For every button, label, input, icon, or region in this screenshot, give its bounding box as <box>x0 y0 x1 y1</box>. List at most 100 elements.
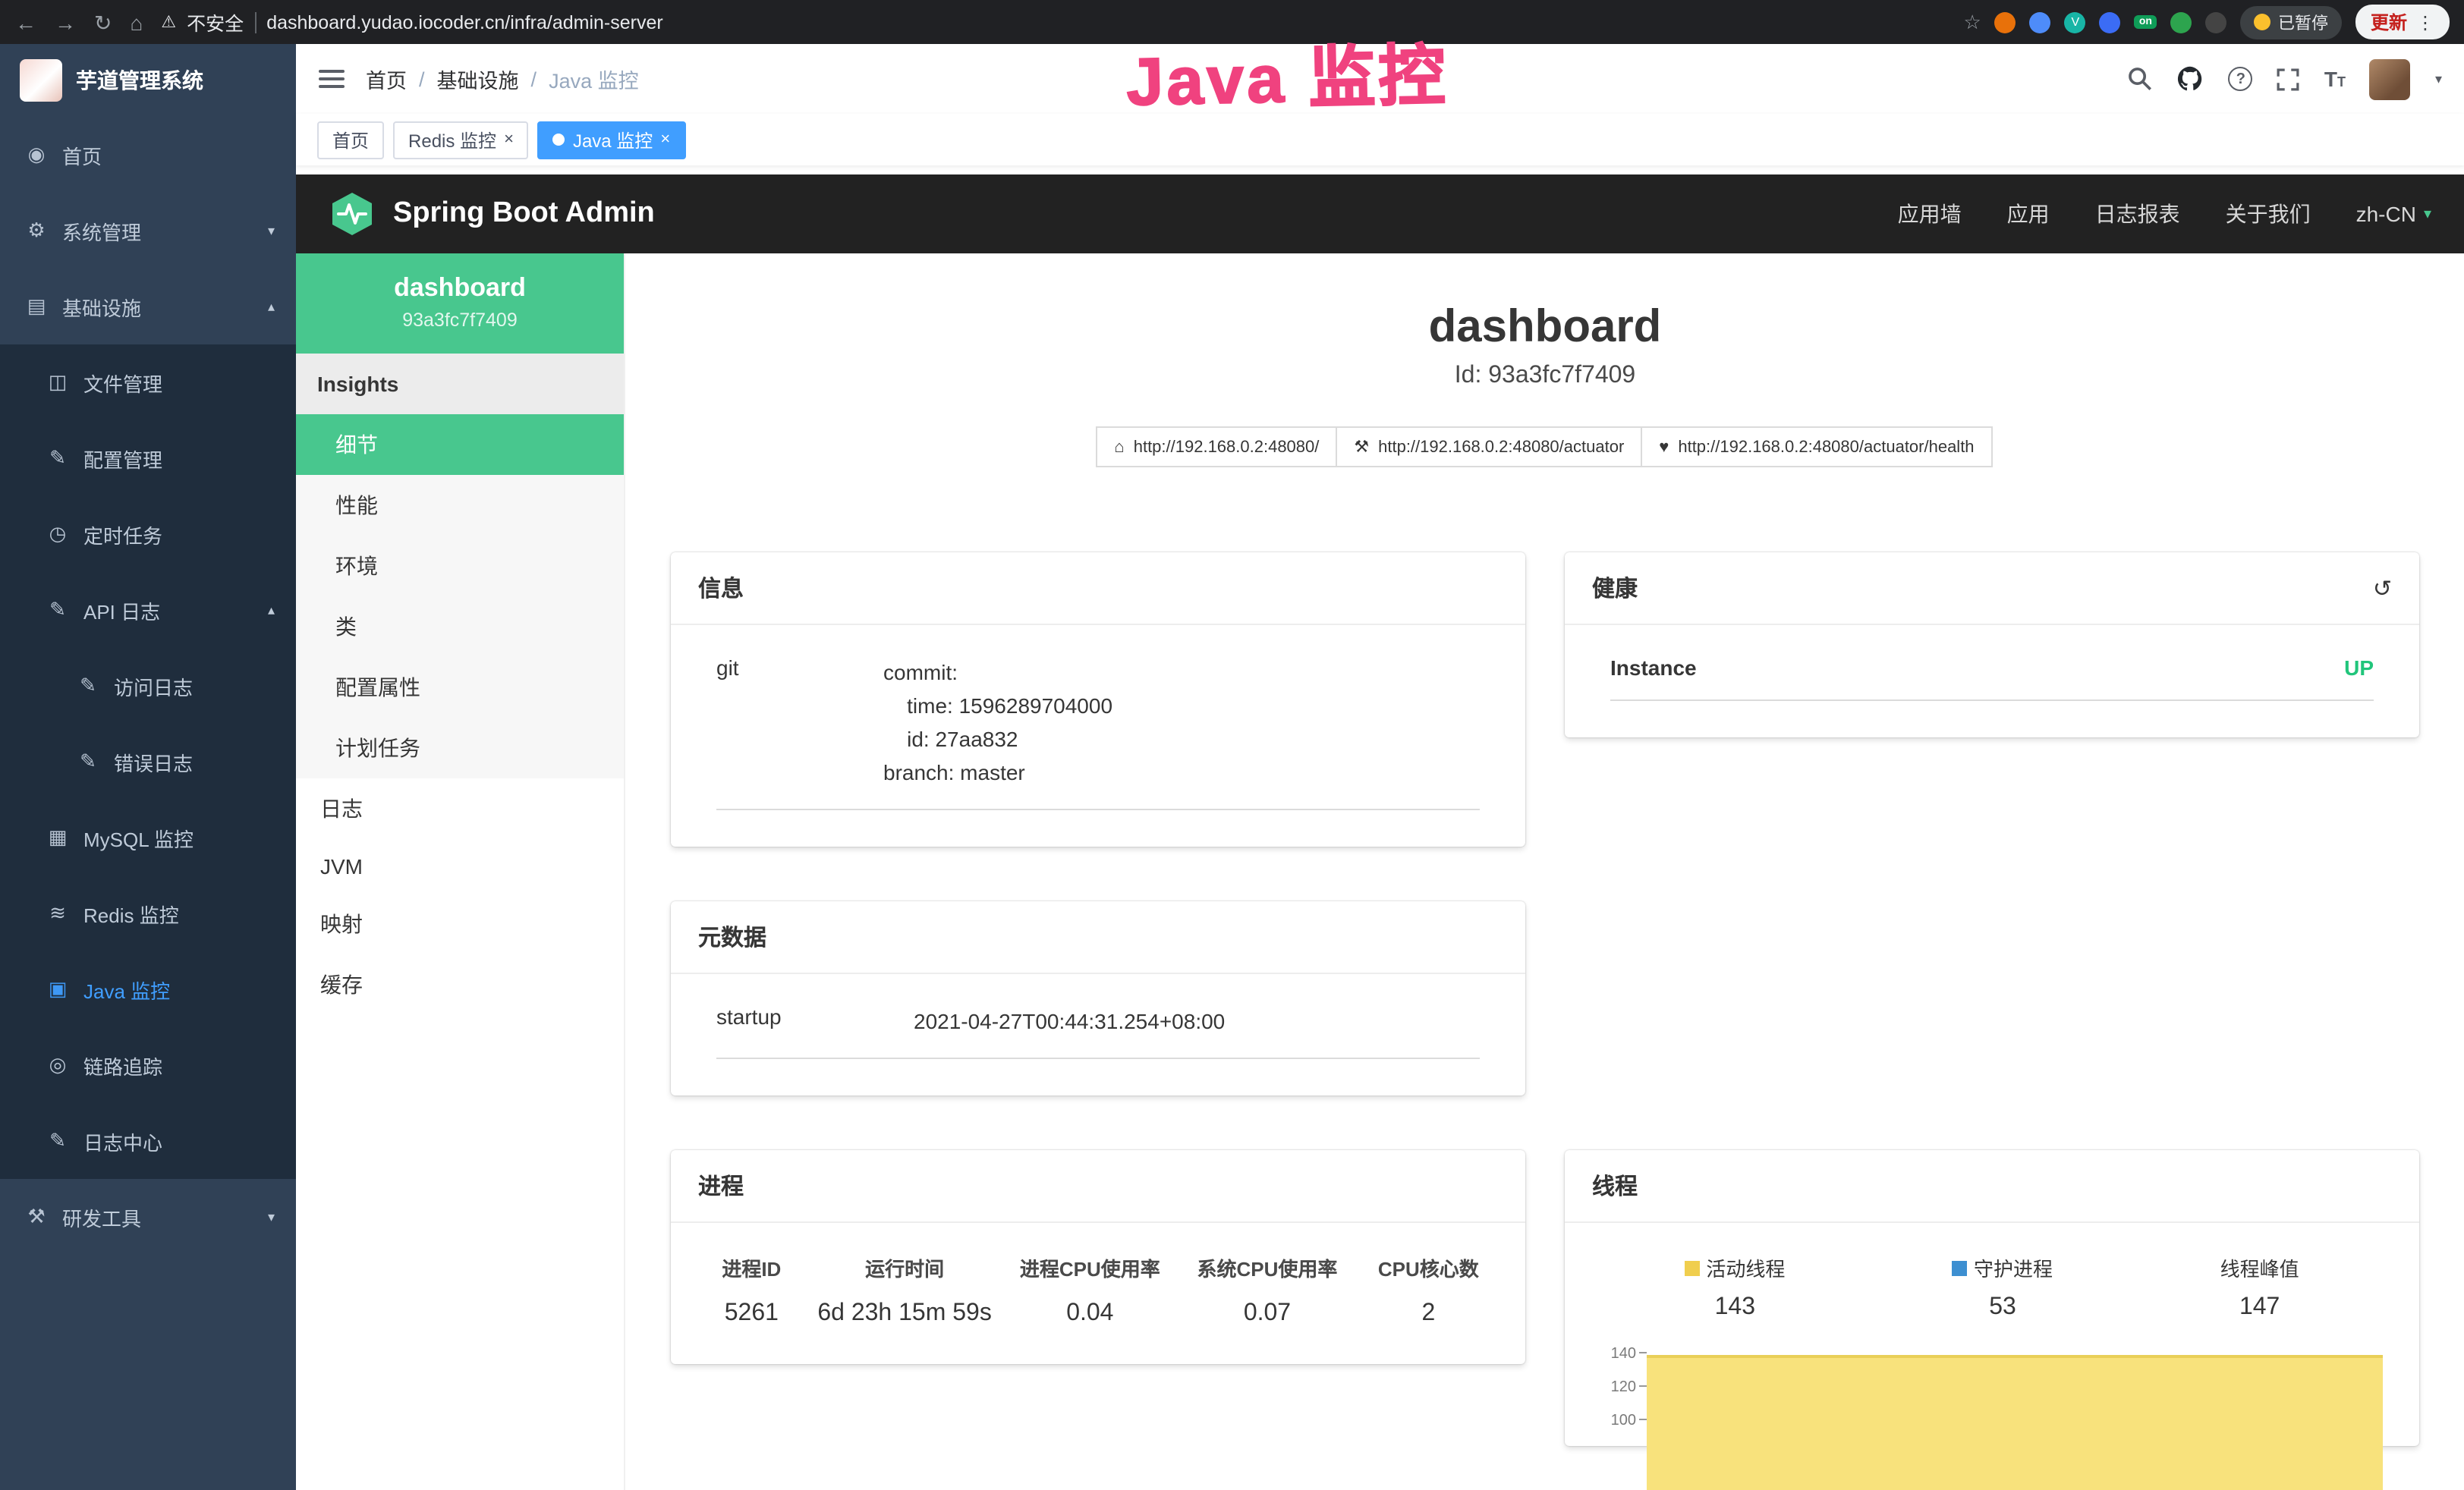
help-icon[interactable]: ? <box>2229 67 2253 91</box>
sba-nav-applications[interactable]: 应用 <box>2007 199 2050 229</box>
github-icon[interactable] <box>2177 65 2204 93</box>
sba-item-caches[interactable]: 缓存 <box>296 954 624 1015</box>
extension-blue-icon[interactable] <box>2030 11 2051 33</box>
browser-home-icon[interactable]: ⌂ <box>130 11 143 33</box>
paused-label: 已暂停 <box>2278 10 2328 34</box>
tab-home[interactable]: 首页 <box>317 121 384 159</box>
chevron-down-icon: ▾ <box>268 1209 275 1225</box>
sba-nav-wallboard[interactable]: 应用墙 <box>1898 199 1962 229</box>
metadata-card-title: 元数据 <box>671 901 1525 974</box>
sidebar-item-access-logs[interactable]: ✎ 访问日志 <box>0 648 296 724</box>
extension-on-badge[interactable]: on <box>2135 15 2157 29</box>
sidebar-item-api-logs[interactable]: ✎ API 日志 ▴ <box>0 572 296 648</box>
sidebar-item-label: 研发工具 <box>62 1202 141 1231</box>
screenshot-root: ← → ↻ ⌂ ⚠ 不安全 dashboard.yudao.iocoder.cn… <box>0 0 2464 1490</box>
sidebar-item-home[interactable]: ◉ 首页 <box>0 117 296 193</box>
insights-section-header[interactable]: Insights <box>296 354 624 414</box>
extension-grid-icon[interactable] <box>2100 11 2121 33</box>
sidebar-item-log-center[interactable]: ✎ 日志中心 <box>0 1103 296 1179</box>
annotation-text: Java 监控 <box>1125 21 1449 125</box>
sba-nav-journal[interactable]: 日志报表 <box>2095 199 2180 229</box>
sba-item-environment[interactable]: 环境 <box>296 536 624 596</box>
sidebar-item-system[interactable]: ⚙ 系统管理 ▾ <box>0 193 296 269</box>
bookmark-star-icon[interactable]: ☆ <box>1964 10 1981 34</box>
smiley-icon <box>2254 14 2270 30</box>
sidebar-item-dev-tools[interactable]: ⚒ 研发工具 ▾ <box>0 1179 296 1255</box>
history-icon[interactable]: ↺ <box>2373 574 2392 602</box>
sba-nav-about[interactable]: 关于我们 <box>2226 199 2311 229</box>
sidebar-item-error-logs[interactable]: ✎ 错误日志 <box>0 724 296 800</box>
sidebar-item-label: 定时任务 <box>83 520 162 549</box>
extension-fox-icon[interactable] <box>1995 11 2016 33</box>
hamburger-icon[interactable] <box>319 70 345 88</box>
sba-item-classes[interactable]: 类 <box>296 596 624 657</box>
link-actuator-url[interactable]: ⚒ http://192.168.0.2:48080/actuator <box>1336 426 1642 467</box>
browser-back-icon[interactable]: ← <box>15 11 36 33</box>
process-col-header: 进程CPU使用率 <box>1002 1253 1179 1300</box>
extension-leaf-icon[interactable] <box>2170 11 2192 33</box>
metadata-row-value: 2021-04-27T00:44:31.254+08:00 <box>914 1004 1480 1038</box>
clock-icon: ◷ <box>46 522 70 546</box>
sidebar-item-label: 错误日志 <box>114 747 193 776</box>
close-icon[interactable]: × <box>504 131 514 148</box>
sba-item-config-props[interactable]: 配置属性 <box>296 657 624 718</box>
link-service-url[interactable]: ⌂ http://192.168.0.2:48080/ <box>1096 426 1337 467</box>
sidebar-item-label: MySQL 监控 <box>83 823 194 852</box>
tags-view: 首页 Redis 监控 × Java 监控 × <box>296 114 2464 165</box>
sidebar-item-mysql-monitor[interactable]: ▦ MySQL 监控 <box>0 800 296 875</box>
browser-forward-icon[interactable]: → <box>55 11 76 33</box>
home-icon: ⌂ <box>1114 438 1124 456</box>
sba-item-scheduled-tasks[interactable]: 计划任务 <box>296 718 624 778</box>
gear-icon: ⚙ <box>24 218 49 243</box>
browser-reload-icon[interactable]: ↻ <box>94 11 112 33</box>
document-icon: ✎ <box>76 674 100 698</box>
threads-card-title: 线程 <box>1565 1150 2419 1223</box>
tab-redis-monitor[interactable]: Redis 监控 × <box>393 121 529 159</box>
user-avatar[interactable] <box>2370 58 2411 99</box>
update-button[interactable]: 更新 ⋮ <box>2355 5 2450 39</box>
sidebar-item-file-management[interactable]: ◫ 文件管理 <box>0 344 296 420</box>
heart-icon: ♥ <box>1659 438 1669 456</box>
locale-selector[interactable]: zh-CN ▾ <box>2356 202 2431 226</box>
extension-teal-icon[interactable]: V <box>2065 11 2086 33</box>
sidebar-item-infrastructure[interactable]: ▤ 基础设施 ▴ <box>0 269 296 344</box>
sba-item-details[interactable]: 细节 <box>296 414 624 475</box>
sba-item-jvm[interactable]: JVM <box>296 839 624 894</box>
legend-daemon-threads: 守护进程 53 <box>1953 1253 2053 1322</box>
sidebar-item-label: 配置管理 <box>83 444 162 473</box>
sidebar-item-java-monitor[interactable]: ▣ Java 监控 <box>0 951 296 1027</box>
sba-instance-sidebar: dashboard 93a3fc7f7409 Insights 细节 性能 环境… <box>296 253 625 1490</box>
link-health-url[interactable]: ♥ http://192.168.0.2:48080/actuator/heal… <box>1641 426 1992 467</box>
sidebar-item-trace[interactable]: ◎ 链路追踪 <box>0 1027 296 1103</box>
sidebar-item-redis-monitor[interactable]: ≋ Redis 监控 <box>0 875 296 951</box>
sba-item-logs[interactable]: 日志 <box>296 778 624 839</box>
sba-brand-title[interactable]: Spring Boot Admin <box>393 197 655 231</box>
fullscreen-icon[interactable] <box>2277 68 2300 90</box>
sba-item-mappings[interactable]: 映射 <box>296 894 624 954</box>
process-cell-value: 6d 23h 15m 59s <box>808 1300 1002 1328</box>
caret-down-icon[interactable]: ▾ <box>2435 71 2442 87</box>
instance-header: dashboard 93a3fc7f7409 <box>296 253 624 354</box>
sidebar-item-scheduled-tasks[interactable]: ◷ 定时任务 <box>0 496 296 572</box>
instance-name: dashboard <box>308 273 612 303</box>
close-icon[interactable]: × <box>660 131 670 148</box>
breadcrumb-home[interactable]: 首页 <box>366 64 407 94</box>
sidebar-item-config-management[interactable]: ✎ 配置管理 <box>0 420 296 496</box>
tab-java-monitor[interactable]: Java 监控 × <box>538 121 685 159</box>
sba-item-metrics[interactable]: 性能 <box>296 475 624 536</box>
extension-puzzle-icon[interactable] <box>2205 11 2226 33</box>
log-icon: ✎ <box>46 598 70 622</box>
process-col-header: 运行时间 <box>808 1253 1002 1300</box>
address-bar[interactable]: ⚠ 不安全 dashboard.yudao.iocoder.cn/infra/a… <box>161 8 662 36</box>
paused-badge[interactable]: 已暂停 <box>2240 5 2342 39</box>
kebab-menu-icon[interactable]: ⋮ <box>2416 11 2434 33</box>
legend-value: 147 <box>2220 1294 2299 1322</box>
search-icon[interactable] <box>2129 67 2153 91</box>
breadcrumb-section[interactable]: 基础设施 <box>437 64 519 94</box>
url-text[interactable]: dashboard.yudao.iocoder.cn/infra/admin-s… <box>266 11 663 33</box>
breadcrumb: 首页 / 基础设施 / Java 监控 <box>366 64 639 94</box>
process-table: 进程ID 运行时间 进程CPU使用率 系统CPU使用率 CPU核心数 5261 … <box>695 1253 1501 1328</box>
link-label: http://192.168.0.2:48080/ <box>1134 438 1320 456</box>
font-size-icon[interactable]: TT <box>2324 67 2346 91</box>
active-dot-icon <box>553 134 565 146</box>
